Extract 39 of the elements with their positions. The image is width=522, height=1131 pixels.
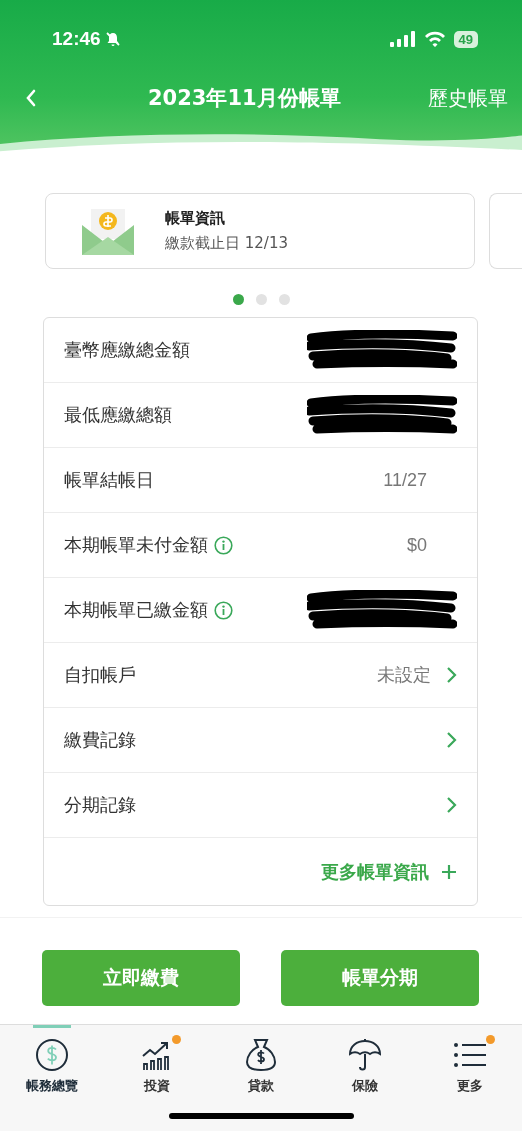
status-time: 12:46 [52, 28, 101, 50]
row-value: $0 [406, 534, 427, 556]
row-label: 臺幣應繳總金額 [64, 338, 190, 362]
umbrella-icon [348, 1038, 383, 1072]
row-label: 自扣帳戶 [64, 663, 136, 687]
row-label: 本期帳單未付金額 [64, 533, 208, 557]
envelope-coin-icon [82, 207, 134, 255]
money-bag-icon [245, 1038, 277, 1072]
chevron-right-icon[interactable] [445, 666, 457, 684]
row-label: 本期帳單已繳金額 [64, 598, 208, 622]
chevron-right-icon[interactable] [445, 796, 457, 814]
tab-item[interactable]: 更多 [417, 1025, 522, 1095]
row-label: 繳費記錄 [64, 728, 136, 752]
info-icon[interactable] [214, 535, 233, 555]
card-title: 帳單資訊 [165, 209, 226, 228]
row-label: 分期記錄 [64, 793, 136, 817]
menu-icon [452, 1040, 487, 1070]
row-value: 未設定 [377, 663, 431, 687]
battery-indicator: 49 [453, 30, 478, 48]
page-dot[interactable] [278, 294, 290, 305]
row-label: 最低應繳總額 [64, 403, 172, 427]
tab-item[interactable]: 帳務總覽 [0, 1025, 105, 1095]
row-label: 帳單結帳日 [64, 468, 154, 492]
wifi-icon [423, 31, 446, 47]
due-date-text: 繳款截止日 12/13 [165, 234, 288, 253]
tab-item[interactable]: 貸款 [208, 1025, 314, 1095]
chevron-right-icon[interactable] [445, 731, 457, 749]
page-dot[interactable] [232, 294, 244, 305]
info-icon[interactable] [214, 600, 233, 620]
page-dot[interactable] [255, 294, 267, 305]
dollar-circle-icon [35, 1038, 70, 1072]
signal-icon [389, 31, 416, 47]
bell-off-icon [104, 31, 121, 47]
tab-item[interactable]: 投資 [104, 1025, 209, 1095]
tab-item[interactable]: 保險 [313, 1025, 418, 1095]
bill-info-card[interactable]: 帳單資訊 繳款截止日 12/13 [45, 193, 475, 269]
page-title: 2023年11月份帳單 [148, 85, 342, 112]
plus-icon [441, 863, 457, 880]
row-value: 11/27 [383, 469, 427, 491]
